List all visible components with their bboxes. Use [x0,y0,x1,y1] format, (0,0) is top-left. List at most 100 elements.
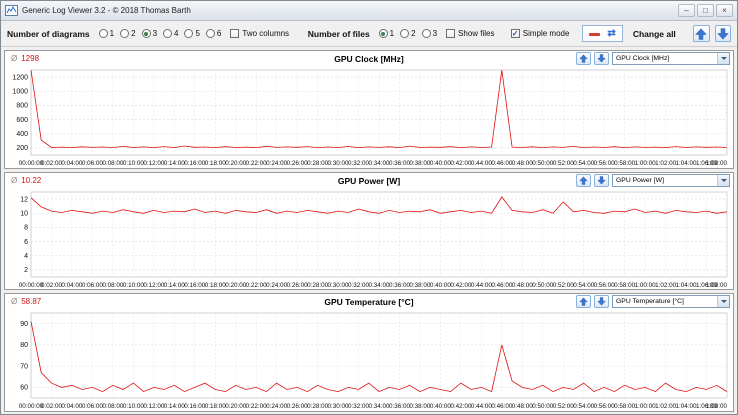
svg-text:0:34:00: 0:34:00 [368,403,390,410]
radio-dot[interactable] [378,29,388,38]
chart-panel-header: Ø 1298 GPU Clock [MHz] GPU Clock [MHz] [5,51,733,67]
change-all-up-button[interactable] [693,25,710,42]
diagram-count-option-2[interactable]: 2 [120,29,136,38]
svg-text:0:20:00: 0:20:00 [225,282,247,289]
svg-text:0:18:00: 0:18:00 [205,403,227,410]
radio-dot[interactable] [120,29,130,38]
svg-text:0:38:00: 0:38:00 [409,160,431,167]
change-all-down-button[interactable] [714,25,731,42]
radio-label: 3 [432,29,438,38]
radio-dot[interactable] [141,29,151,38]
two-columns-label: Two columns [242,29,290,38]
svg-text:0:48:00: 0:48:00 [512,160,534,167]
file-count-option-2[interactable]: 2 [400,29,416,38]
svg-text:0:08:00: 0:08:00 [102,160,124,167]
diagram-count-option-4[interactable]: 4 [163,29,178,38]
metric-select-dropdown[interactable]: GPU Clock [MHz] [612,52,730,65]
chart-move-down-button[interactable] [594,295,609,309]
diagram-count-option-6[interactable]: 6 [205,29,221,38]
svg-text:0:16:00: 0:16:00 [184,160,206,167]
chart-panel-controls: GPU Clock [MHz] [576,52,730,65]
chart-move-up-button[interactable] [576,173,591,187]
chart-move-up-button[interactable] [576,295,591,309]
file-count-option-1[interactable]: 1 [378,29,394,38]
change-all-label: Change all [632,28,676,39]
radio-dot[interactable] [184,29,194,38]
radio-dot[interactable] [163,29,173,38]
svg-text:0:52:00: 0:52:00 [553,403,575,410]
svg-text:0:12:00: 0:12:00 [143,403,165,410]
metric-select-dropdown[interactable]: GPU Power [W] [612,173,730,187]
svg-text:0:40:00: 0:40:00 [430,403,452,410]
radio-dot[interactable] [400,29,410,38]
svg-text:1:04:00: 1:04:00 [676,160,698,167]
svg-text:2: 2 [24,267,28,274]
chart-plot: 6070809000:00:000:02:00 0:04:00 0:06:00 0:0… [19,313,727,410]
diagram-count-option-5[interactable]: 5 [184,29,200,38]
metric-select-value: GPU Power [W] [616,176,664,184]
file-count-radio-group: 1 2 3 [378,29,438,38]
show-files-checkbox[interactable]: Show files [446,29,495,38]
show-files-checkbox-box[interactable] [446,29,456,38]
chart-move-up-button[interactable] [576,52,591,65]
svg-text:400: 400 [16,131,28,138]
svg-text:0:20:00: 0:20:00 [225,160,247,167]
svg-text:0:42:00: 0:42:00 [450,282,472,289]
svg-text:80: 80 [20,343,28,350]
close-icon[interactable]: × [716,4,733,17]
svg-text:0:28:00: 0:28:00 [307,282,329,289]
svg-text:0:48:00: 0:48:00 [512,282,534,289]
simple-mode-label: Simple mode [522,29,570,38]
svg-text:0:08:00: 0:08:00 [102,282,124,289]
svg-text:1:00:00: 1:00:00 [635,282,657,289]
titlebar: Generic Log Viewer 3.2 - © 2018 Thomas B… [1,1,737,21]
refresh-button[interactable]: ⇄ [607,28,615,39]
svg-text:0:38:00: 0:38:00 [409,403,431,410]
simple-mode-checkbox[interactable]: ✓ Simple mode [510,29,570,38]
svg-text:0:50:00: 0:50:00 [532,403,554,410]
charts-area: Ø 1298 GPU Clock [MHz] GPU Clock [MHz] 200 40… [1,47,737,414]
file-count-option-3[interactable]: 3 [421,29,438,38]
svg-text:0:22:00: 0:22:00 [246,282,268,289]
svg-text:0:12:00: 0:12:00 [143,282,165,289]
chart-move-down-button[interactable] [594,173,609,187]
two-columns-checkbox[interactable]: Two columns [230,29,289,38]
svg-text:0:32:00: 0:32:00 [348,403,370,410]
svg-text:0:16:00: 0:16:00 [184,403,206,410]
svg-text:6: 6 [24,239,28,246]
radio-dot[interactable] [98,29,108,38]
svg-text:0:22:00: 0:22:00 [246,403,268,410]
metric-select-dropdown[interactable]: GPU Temperature [°C] [612,295,730,309]
up-arrow-icon [579,297,588,307]
svg-text:60: 60 [20,385,28,392]
two-columns-checkbox-box[interactable] [230,29,240,38]
app-window: Generic Log Viewer 3.2 - © 2018 Thomas B… [0,0,738,415]
svg-text:0:30:00: 0:30:00 [328,403,350,410]
radio-dot[interactable] [421,29,431,38]
svg-text:0:56:00: 0:56:00 [594,282,616,289]
up-arrow-icon [695,28,708,40]
diagram-count-option-3[interactable]: 3 [141,29,157,38]
chart-panel-1: Ø 10.22 GPU Power [W] GPU Power [W] 2 4 6 8 10 12… [4,171,734,291]
svg-text:0:34:00: 0:34:00 [368,282,390,289]
minimize-icon[interactable]: – [678,4,695,17]
dropdown-button[interactable] [717,53,729,64]
svg-text:0:16:00: 0:16:00 [184,282,206,289]
chart-move-down-button[interactable] [594,52,609,65]
radio-dot[interactable] [205,29,215,38]
svg-text:0:04:00: 0:04:00 [61,403,83,410]
simple-mode-checkbox-box[interactable]: ✓ [510,29,520,38]
dropdown-button[interactable] [717,296,729,308]
svg-text:1:02:00: 1:02:00 [655,403,677,410]
diagram-count-option-1[interactable]: 1 [98,29,114,38]
svg-text:1:00:00: 1:00:00 [635,160,657,167]
maximize-icon[interactable]: □ [697,4,714,17]
number-of-diagrams-label: Number of diagrams [7,28,90,39]
svg-text:1200: 1200 [12,74,28,81]
dropdown-button[interactable] [717,174,729,186]
svg-text:0:56:00: 0:56:00 [594,160,616,167]
svg-text:0:06:00: 0:06:00 [82,403,104,410]
remove-series-button[interactable] [589,29,601,38]
svg-text:0:40:00: 0:40:00 [430,160,452,167]
chart-panel-0: Ø 1298 GPU Clock [MHz] GPU Clock [MHz] 200 40… [4,50,734,169]
